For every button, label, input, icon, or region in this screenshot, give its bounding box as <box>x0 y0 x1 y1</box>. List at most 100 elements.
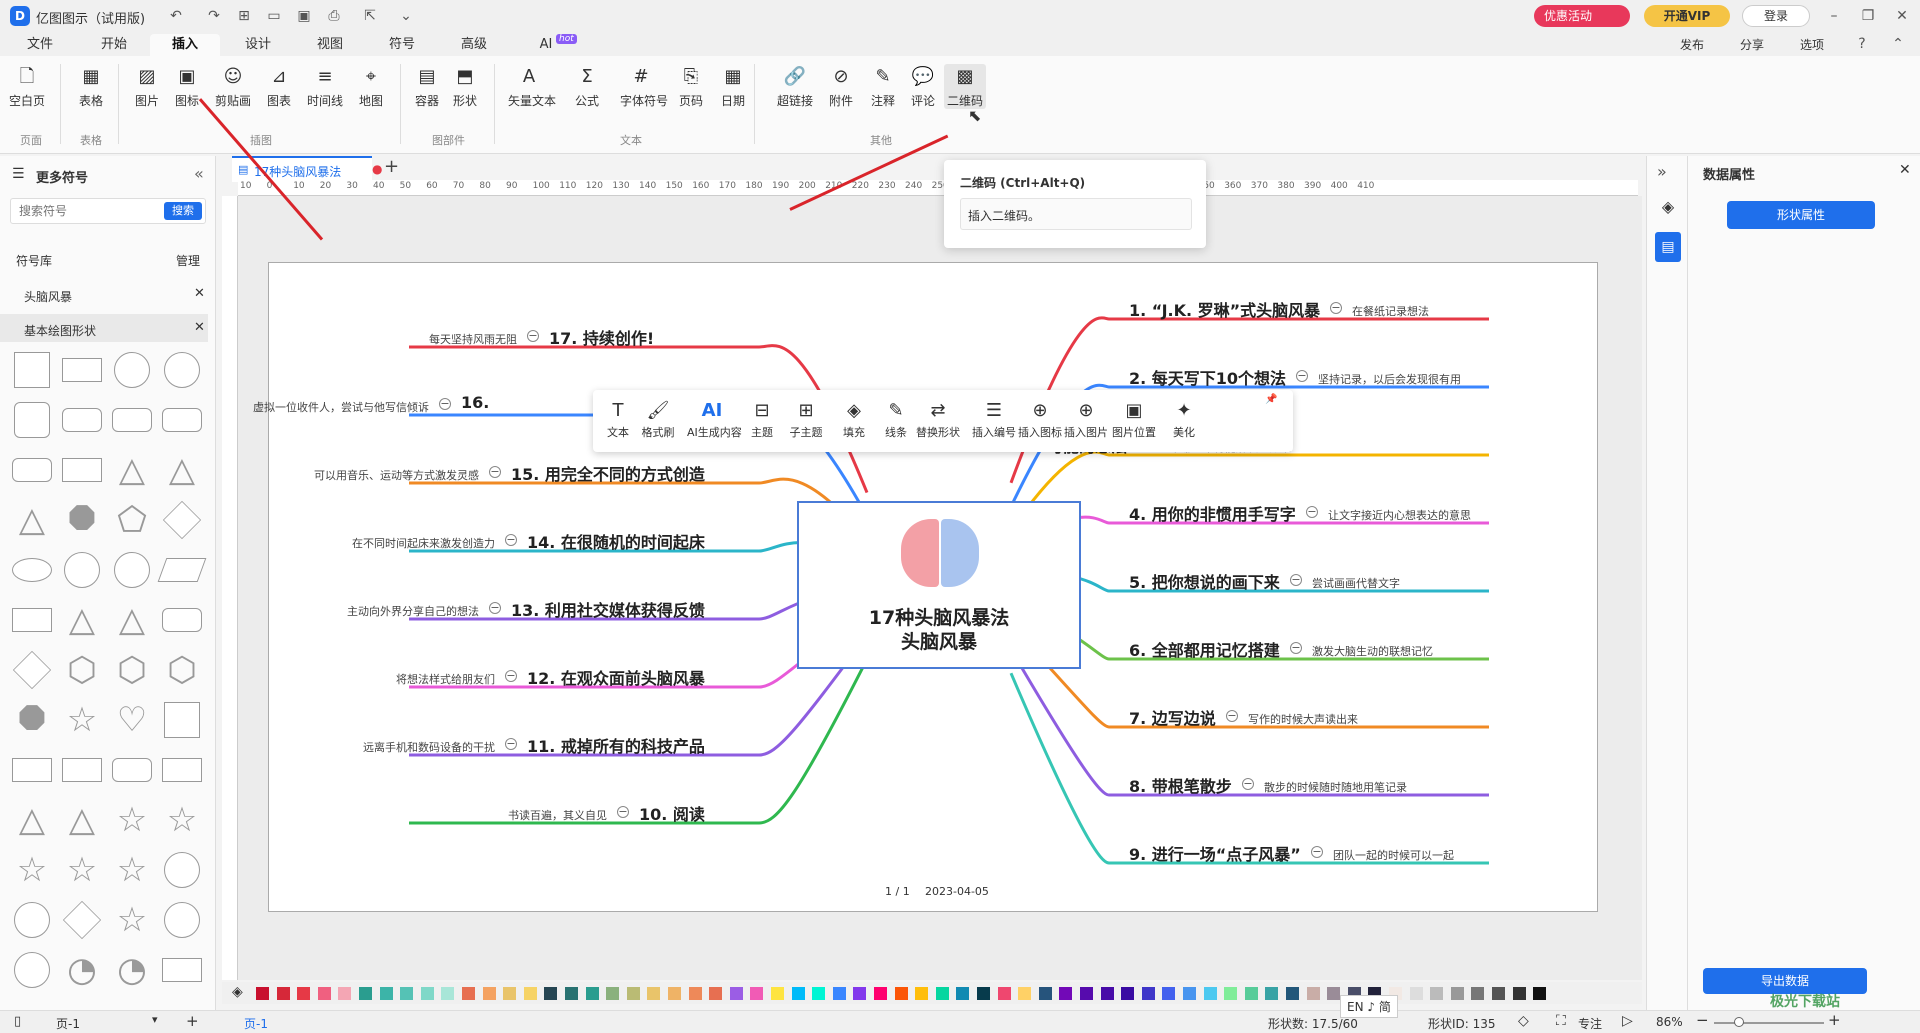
search-button[interactable]: 搜索 <box>164 202 202 220</box>
shape-item[interactable] <box>12 608 52 632</box>
page-number-button[interactable]: ⎘ 页码 <box>670 64 712 109</box>
color-swatch[interactable] <box>935 987 949 1000</box>
color-swatch[interactable] <box>626 987 640 1000</box>
insert-number-button[interactable]: ☰ 插入编号 <box>969 398 1019 440</box>
collapse-panel-icon[interactable]: « <box>194 164 204 183</box>
color-swatch[interactable] <box>750 987 764 1000</box>
close-icon[interactable]: ✕ <box>1892 6 1912 26</box>
zoom-slider[interactable] <box>1714 1022 1824 1024</box>
attachment-button[interactable]: ⊘ 附件 <box>820 64 862 109</box>
topic-left[interactable]: 15. 用完全不同的方式创造 <box>511 461 705 485</box>
color-swatch[interactable] <box>441 987 455 1000</box>
shape-item[interactable] <box>164 352 200 388</box>
fill-bucket-icon[interactable]: ◈ <box>232 984 243 1000</box>
shape-item[interactable]: ☆ <box>114 902 150 938</box>
tab-advanced[interactable]: 高级 <box>452 34 496 56</box>
more-symbols-title[interactable]: 更多符号 <box>36 167 88 186</box>
color-swatch[interactable] <box>400 987 414 1000</box>
color-swatch[interactable] <box>1512 987 1526 1000</box>
shape-item[interactable]: △ <box>14 802 50 838</box>
color-swatch[interactable] <box>256 987 269 1000</box>
tab-symbol[interactable]: 符号 <box>380 34 424 56</box>
color-swatch[interactable] <box>771 987 784 1000</box>
topic-note[interactable]: 坚持记录，以后会发现很有用 <box>1318 371 1461 387</box>
open-icon[interactable]: ▭ <box>264 6 284 26</box>
topic-right[interactable]: 7. 边写边说 <box>1129 705 1216 729</box>
collapse-icon[interactable]: − <box>1290 642 1302 654</box>
collapse-icon[interactable]: − <box>1311 846 1323 858</box>
publish-button[interactable]: 发布 <box>1680 36 1704 53</box>
insert-image-button[interactable]: ⊕ 插入图片 <box>1061 398 1111 440</box>
new-icon[interactable]: ⊞ <box>234 6 254 26</box>
color-swatch[interactable] <box>1121 987 1135 1000</box>
shape-item[interactable] <box>12 458 52 482</box>
color-swatch[interactable] <box>1430 987 1444 1000</box>
zoom-out-icon[interactable]: − <box>1696 1011 1709 1029</box>
topic-right[interactable]: 8. 带根笔散步 <box>1129 773 1232 797</box>
tab-file[interactable]: 文件 <box>18 34 62 56</box>
topic-note[interactable]: 写作的时候大声读出来 <box>1248 711 1358 727</box>
color-swatch[interactable] <box>874 987 887 1000</box>
zoom-level[interactable]: 86% <box>1656 1015 1683 1029</box>
shape-item[interactable]: ☆ <box>114 802 150 838</box>
chart-button[interactable]: ⊿ 图表 <box>258 64 300 109</box>
shape-item[interactable] <box>62 900 102 940</box>
shape-item[interactable] <box>164 702 200 738</box>
color-swatch[interactable] <box>1265 987 1279 1000</box>
redo-icon[interactable]: ↷ <box>204 6 224 26</box>
date-button[interactable]: ▦ 日期 <box>712 64 754 109</box>
shape-item[interactable] <box>14 902 50 938</box>
hyperlink-button[interactable]: 🔗 超链接 <box>774 64 816 109</box>
page-tab[interactable]: 页-1 <box>244 1015 268 1032</box>
shape-properties-button[interactable]: 形状属性 <box>1727 201 1875 229</box>
color-swatch[interactable] <box>606 987 620 1000</box>
color-swatch[interactable] <box>1080 987 1093 1000</box>
color-swatch[interactable] <box>1162 987 1176 1000</box>
close-panel-icon[interactable]: ✕ <box>1899 162 1911 178</box>
page-dropdown-icon[interactable]: ▾ <box>152 1013 158 1026</box>
color-swatch[interactable] <box>977 987 990 1000</box>
shape-item[interactable] <box>62 758 102 782</box>
shape-item[interactable]: △ <box>14 502 50 538</box>
topic-note[interactable]: 激发大脑生动的联想记忆 <box>1312 643 1433 659</box>
zoom-in-icon[interactable]: + <box>1828 1011 1841 1029</box>
color-swatch[interactable] <box>1224 987 1238 1000</box>
collapse-icon[interactable]: − <box>1330 302 1342 314</box>
fill-icon[interactable]: ◈ <box>1655 194 1681 220</box>
help-icon[interactable]: ? <box>1852 34 1872 54</box>
format-painter-button[interactable]: 🖌 格式刷 <box>633 398 683 440</box>
color-swatch[interactable] <box>956 987 970 1000</box>
collapse-icon[interactable]: − <box>527 330 539 342</box>
shape-item[interactable] <box>162 608 202 632</box>
topic-left[interactable]: 14. 在很随机的时间起床 <box>527 529 705 553</box>
shape-item[interactable]: ⯃ <box>64 502 100 538</box>
timeline-button[interactable]: ≡ 时间线 <box>304 64 346 109</box>
color-swatch[interactable] <box>1409 987 1423 1000</box>
undo-icon[interactable]: ↶ <box>166 6 186 26</box>
shape-item[interactable] <box>12 758 52 782</box>
subtopic-button[interactable]: ⊞ 子主题 <box>781 398 831 440</box>
tab-view[interactable]: 视图 <box>308 34 352 56</box>
shape-item[interactable]: △ <box>114 602 150 638</box>
options-button[interactable]: 选项 <box>1800 36 1824 53</box>
color-swatch[interactable] <box>1306 987 1320 1000</box>
collapse-icon[interactable]: − <box>505 534 517 546</box>
shape-item[interactable]: ⯃ <box>14 702 50 738</box>
shape-item[interactable]: ♡ <box>114 702 150 738</box>
collapse-icon[interactable]: − <box>505 738 517 750</box>
shape-item[interactable] <box>62 408 102 432</box>
fit-icon[interactable]: ⛶ <box>1556 1013 1566 1029</box>
color-swatch[interactable] <box>544 987 558 1000</box>
topic-right[interactable]: 9. 进行一场“点子风暴” <box>1129 841 1301 865</box>
color-swatch[interactable] <box>1327 987 1341 1000</box>
color-swatch[interactable] <box>832 987 846 1000</box>
color-swatch[interactable] <box>853 987 867 1000</box>
comment-button[interactable]: 💬 评论 <box>902 64 944 109</box>
topic-left[interactable]: 13. 利用社交媒体获得反馈 <box>511 597 705 621</box>
shape-item[interactable]: ⬡ <box>114 652 150 688</box>
image-position-button[interactable]: ▣ 图片位置 <box>1109 398 1159 440</box>
share-button[interactable]: 分享 <box>1740 36 1764 53</box>
play-icon[interactable]: ▷ <box>1622 1013 1633 1029</box>
zoom-slider-handle[interactable] <box>1734 1017 1744 1027</box>
shape-item[interactable] <box>112 758 152 782</box>
